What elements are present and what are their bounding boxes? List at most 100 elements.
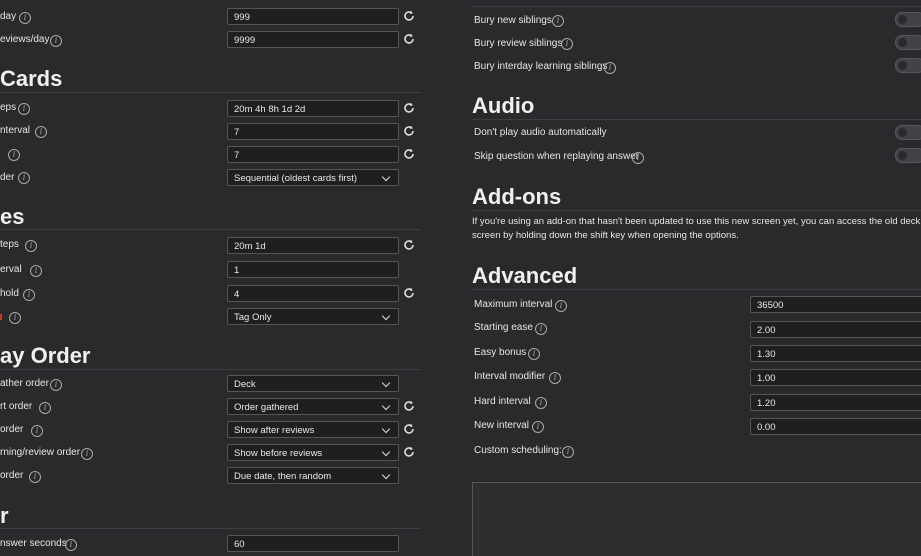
gather-order-select[interactable]: Deck <box>227 375 399 392</box>
section-divider <box>472 289 921 290</box>
select-value: Sequential (oldest cards first) <box>234 173 358 184</box>
reset-icon[interactable] <box>402 9 416 23</box>
left-column: day i 999 eviews/day i 9999 Cards eps i … <box>0 0 421 556</box>
section-divider <box>0 369 421 370</box>
reset-icon[interactable] <box>402 445 416 459</box>
info-icon[interactable]: i <box>528 348 540 360</box>
info-icon[interactable]: i <box>632 152 644 164</box>
minimum-interval-input[interactable]: 1 <box>227 261 399 278</box>
field-label: Starting ease <box>474 322 533 333</box>
bury-review-siblings-toggle[interactable] <box>895 35 921 50</box>
select-value: Order gathered <box>234 402 299 413</box>
chevron-down-icon <box>381 424 391 434</box>
info-icon[interactable]: i <box>29 471 41 483</box>
info-icon[interactable]: i <box>50 379 62 391</box>
field-label: Easy bonus <box>474 347 527 358</box>
sort-order-select[interactable]: Order gathered <box>227 398 399 415</box>
info-icon[interactable]: i <box>19 12 31 24</box>
info-icon[interactable]: i <box>562 446 574 458</box>
reset-icon[interactable] <box>402 399 416 413</box>
bury-new-siblings-toggle[interactable] <box>895 12 921 27</box>
section-divider <box>0 528 421 529</box>
reset-icon[interactable] <box>402 32 416 46</box>
new-review-order-select[interactable]: Show after reviews <box>227 421 399 438</box>
info-icon[interactable]: i <box>65 539 77 551</box>
custom-scheduling-editor[interactable] <box>472 482 921 556</box>
info-icon[interactable]: i <box>81 448 93 460</box>
maximum-answer-seconds-input[interactable]: 60 <box>227 535 399 552</box>
section-heading-lapses: es <box>0 204 25 229</box>
reset-icon[interactable] <box>402 286 416 300</box>
info-icon[interactable]: i <box>549 372 561 384</box>
chevron-down-icon <box>381 401 391 411</box>
select-value: Tag Only <box>234 312 272 323</box>
review-sort-order-select[interactable]: Due date, then random <box>227 467 399 484</box>
reset-icon[interactable] <box>402 422 416 436</box>
option-label: Bury new siblings <box>474 15 552 26</box>
info-icon[interactable]: i <box>50 35 62 47</box>
info-icon[interactable]: i <box>31 425 43 437</box>
info-icon[interactable]: i <box>35 126 47 138</box>
info-icon[interactable]: i <box>18 103 30 115</box>
select-value: Due date, then random <box>234 471 332 482</box>
addons-description-line: If you're using an add-on that hasn't be… <box>472 216 921 227</box>
field-label: day <box>0 11 17 22</box>
dont-play-audio-toggle[interactable] <box>895 125 921 140</box>
reset-icon[interactable] <box>402 101 416 115</box>
field-label: teps <box>0 239 19 250</box>
interday-learning-review-order-select[interactable]: Show before reviews <box>227 444 399 461</box>
info-icon[interactable]: i <box>30 265 42 277</box>
leech-threshold-input[interactable]: 4 <box>227 285 399 302</box>
easy-interval-input[interactable]: 7 <box>227 146 399 163</box>
section-heading-advanced: Advanced <box>472 263 578 288</box>
relearning-steps-input[interactable]: 20m 1d <box>227 237 399 254</box>
leech-action-select[interactable]: Tag Only <box>227 308 399 325</box>
reset-icon[interactable] <box>402 147 416 161</box>
learning-steps-input[interactable]: 20m 4h 8h 1d 2d <box>227 100 399 117</box>
new-interval-input[interactable]: 0.00 <box>750 418 921 435</box>
max-reviews-per-day-input[interactable]: 9999 <box>227 31 399 48</box>
new-cards-per-day-input[interactable]: 999 <box>227 8 399 25</box>
reset-icon[interactable] <box>402 238 416 252</box>
bury-interday-learning-siblings-toggle[interactable] <box>895 58 921 73</box>
option-label: Bury review siblings <box>474 38 563 49</box>
info-icon[interactable]: i <box>39 402 51 414</box>
info-icon[interactable]: i <box>561 38 573 50</box>
info-icon[interactable]: i <box>9 312 21 324</box>
chevron-down-icon <box>381 172 391 182</box>
info-icon[interactable]: i <box>532 421 544 433</box>
info-icon[interactable]: i <box>18 172 30 184</box>
field-label: ather order <box>0 378 49 389</box>
easy-bonus-input[interactable]: 1.30 <box>750 345 921 362</box>
info-icon[interactable]: i <box>23 289 35 301</box>
info-icon[interactable]: i <box>552 15 564 27</box>
section-divider <box>0 229 421 230</box>
select-value: Show before reviews <box>234 448 323 459</box>
section-heading-display-order: ay Order <box>0 343 91 368</box>
insertion-order-select[interactable]: Sequential (oldest cards first) <box>227 169 399 186</box>
section-heading-audio: Audio <box>472 93 535 118</box>
field-label: order <box>0 470 24 481</box>
field-label: rning/review order <box>0 447 81 458</box>
hard-interval-input[interactable]: 1.20 <box>750 394 921 411</box>
field-label: order <box>0 424 24 435</box>
info-icon[interactable]: i <box>555 300 567 312</box>
info-icon[interactable]: i <box>535 397 547 409</box>
field-label: Maximum interval <box>474 299 553 310</box>
starting-ease-input[interactable]: 2.00 <box>750 321 921 338</box>
info-icon[interactable]: i <box>535 323 547 335</box>
chevron-down-icon <box>381 470 391 480</box>
info-icon[interactable]: i <box>25 240 37 252</box>
option-label: Don't play audio automatically <box>474 127 607 138</box>
info-icon[interactable]: i <box>604 62 616 74</box>
reset-icon[interactable] <box>402 124 416 138</box>
select-value: Show after reviews <box>234 425 315 436</box>
maximum-interval-input[interactable]: 36500 <box>750 296 921 313</box>
graduating-interval-input[interactable]: 7 <box>227 123 399 140</box>
interval-modifier-input[interactable]: 1.00 <box>750 369 921 386</box>
field-label: Hard interval <box>474 396 531 407</box>
field-label: eps <box>0 102 17 113</box>
select-value: Deck <box>234 379 256 390</box>
info-icon[interactable]: i <box>8 149 20 161</box>
skip-question-toggle[interactable] <box>895 148 921 163</box>
